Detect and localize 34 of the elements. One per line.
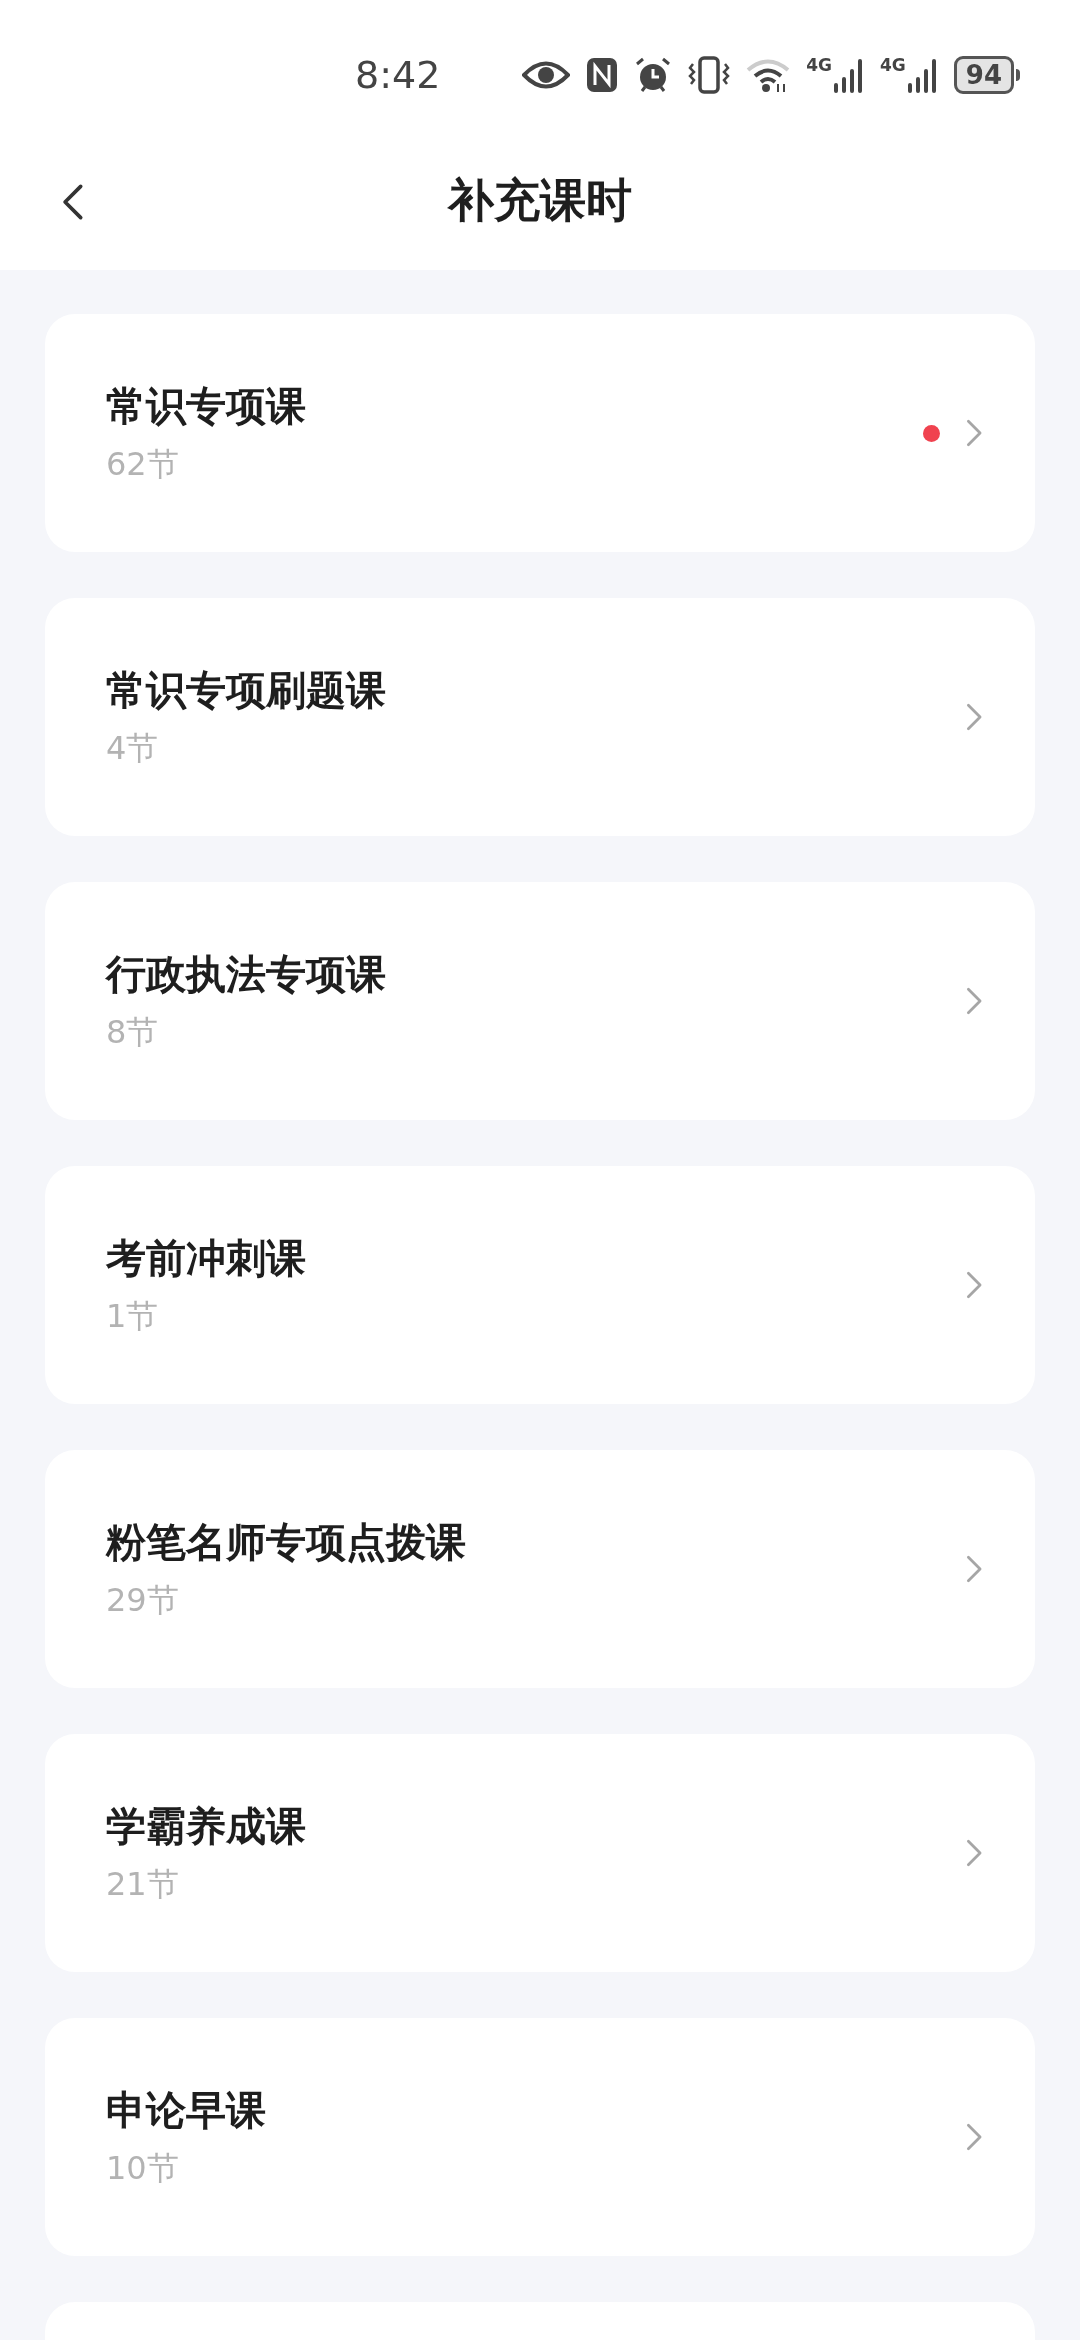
lesson-count: 62节 (106, 448, 180, 480)
wifi-icon (746, 57, 791, 93)
course-title: 学霸养成课 (106, 1806, 307, 1846)
course-card[interactable]: 行政执法专项课 8节 (45, 882, 1035, 1120)
course-card[interactable]: 申论早课 10节 (45, 2018, 1035, 2256)
lesson-count: 4节 (106, 732, 160, 764)
course-title: 常识专项刷题课 (106, 670, 387, 710)
status-time: 8:42 (355, 56, 441, 94)
lesson-count: 10节 (106, 2152, 180, 2184)
page-title: 补充课时 (448, 171, 632, 229)
network-type: 4G (806, 57, 832, 74)
course-title: 行政执法专项课 (106, 954, 387, 994)
course-card[interactable]: 学霸养成课 21节 (45, 1734, 1035, 1972)
eye-icon (522, 60, 571, 90)
course-card[interactable]: 常识专项课 62节 (45, 314, 1035, 552)
signal-icon (834, 57, 864, 93)
lesson-count: 8节 (106, 1016, 160, 1048)
lesson-count: 1节 (106, 1300, 160, 1332)
vibrate-icon (688, 56, 731, 94)
course-title: 粉笔名师专项点拨课 (106, 1522, 467, 1562)
lesson-count: 21节 (106, 1868, 180, 1900)
battery-tip (1016, 69, 1020, 81)
lesson-count: 29节 (106, 1584, 180, 1616)
course-title: 申论早课 (106, 2090, 267, 2130)
battery-level: 94 (953, 56, 1014, 94)
nfc-icon (586, 57, 619, 93)
signal-icon (907, 57, 938, 93)
network-type: 4G (880, 57, 906, 74)
course-card[interactable]: 考前冲刺课 1节 (45, 1166, 1035, 1404)
course-card[interactable]: 常识专项刷题课 4节 (45, 598, 1035, 836)
course-title: 考前冲刺课 (106, 1238, 307, 1278)
course-card[interactable]: 粉笔名师专项点拨课 29节 (45, 1450, 1035, 1688)
alarm-icon (634, 56, 673, 94)
course-title: 常识专项课 (106, 386, 307, 426)
